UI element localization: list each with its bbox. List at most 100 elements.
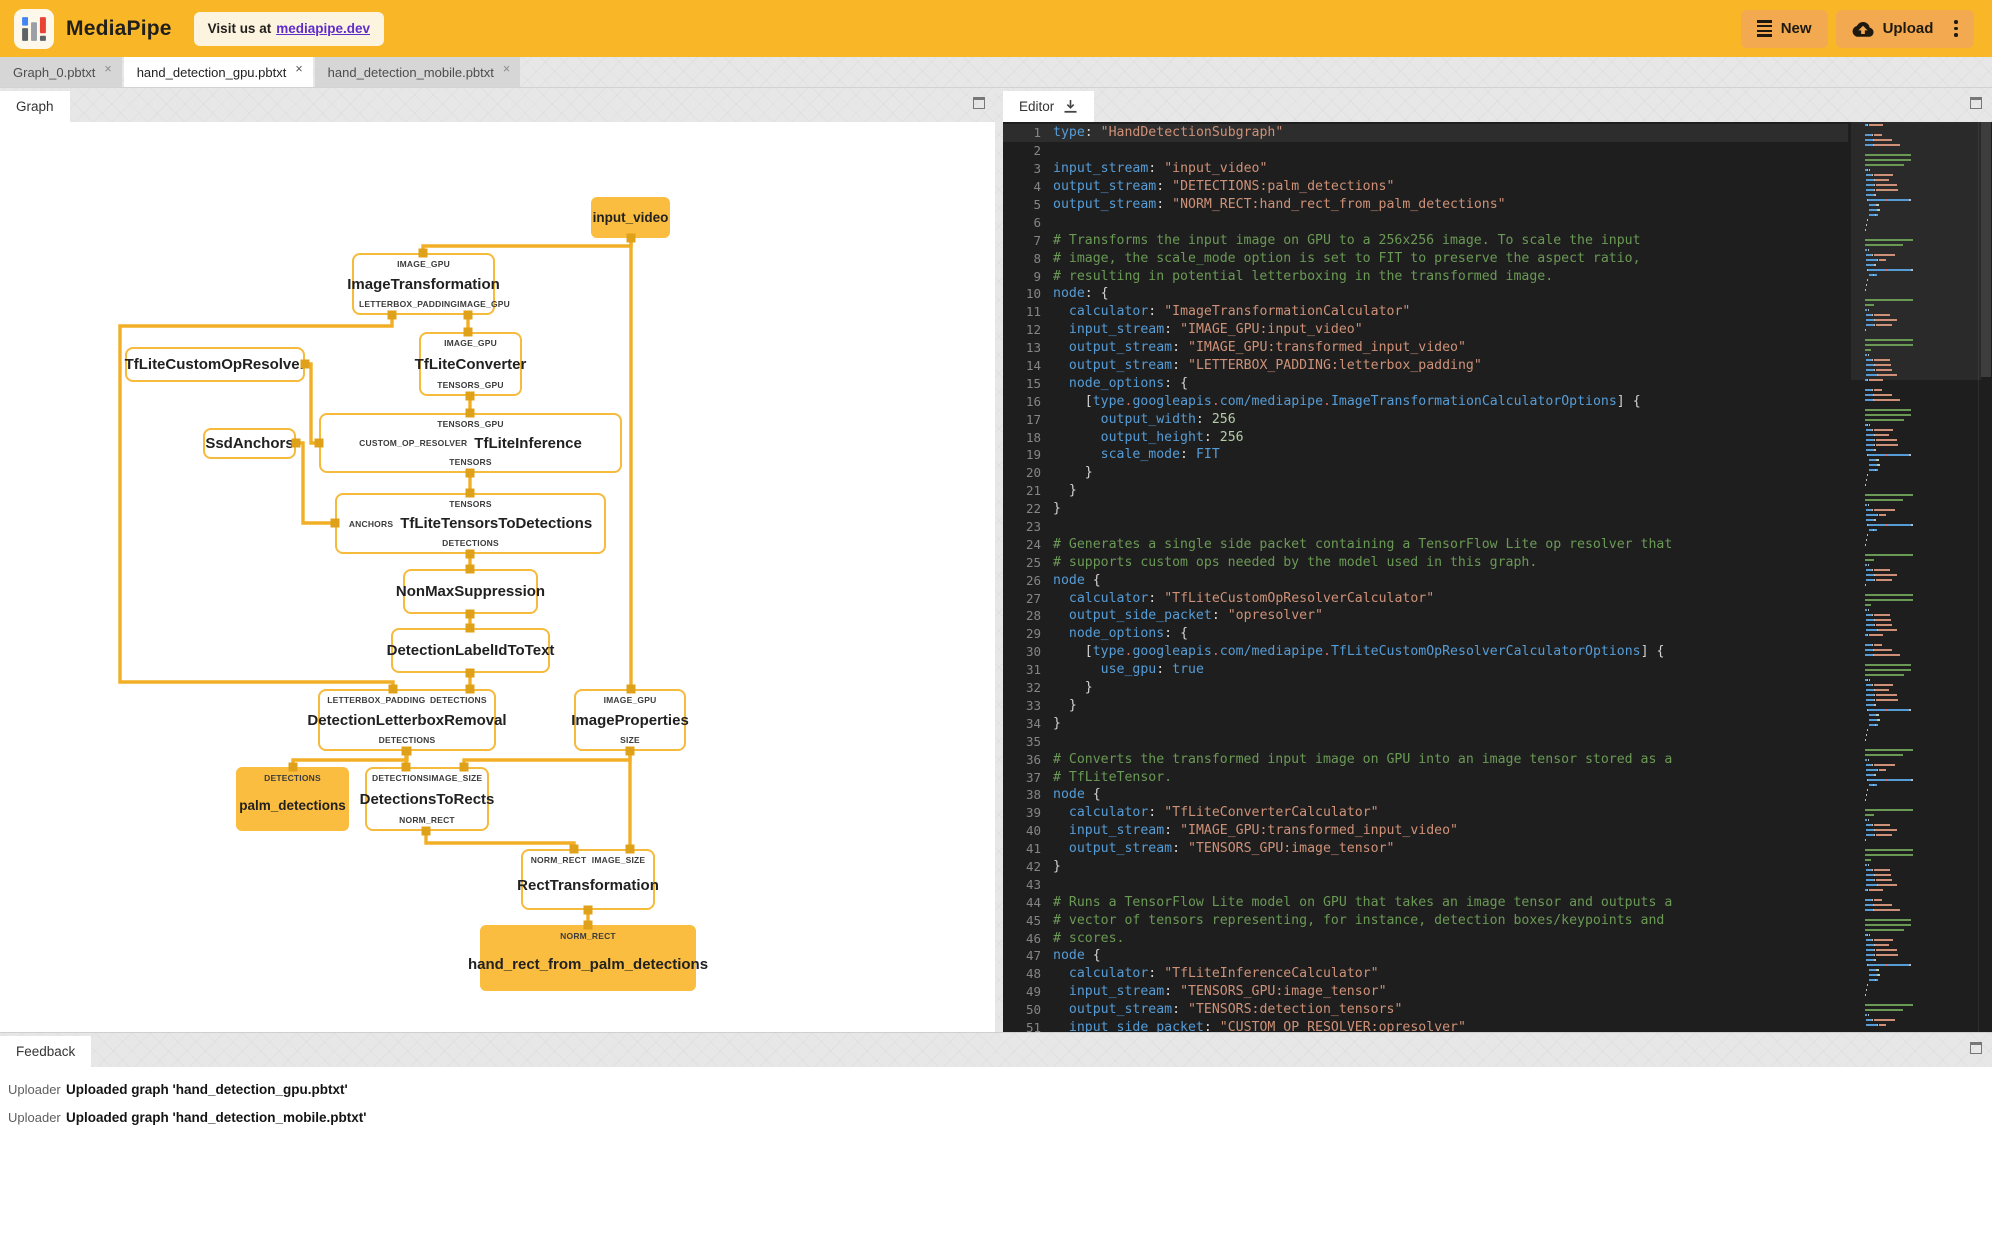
graph-node-SsdAnchors[interactable]: SsdAnchors — [203, 428, 296, 459]
tab-feedback[interactable]: Feedback — [0, 1036, 92, 1067]
code-line: 35 — [1003, 732, 1848, 750]
code-line: 33 } — [1003, 697, 1848, 715]
feedback-panel-strip: Feedback — [0, 1033, 1992, 1067]
graph-node-TfLiteCustomOpResolver[interactable]: TfLiteCustomOpResolver — [125, 347, 305, 382]
code-line: 34} — [1003, 714, 1848, 732]
line-number: 14 — [1025, 358, 1041, 374]
more-options-icon[interactable] — [1950, 20, 1958, 37]
port-label-detections: DETECTIONS — [429, 695, 487, 705]
panel-splitter[interactable] — [995, 88, 1003, 1032]
file-tab-Graph_0.pbtxt[interactable]: Graph_0.pbtxt × — [0, 57, 122, 87]
feedback-expand-icon[interactable] — [1970, 1042, 1982, 1054]
code-line: 19 scale_mode: FIT — [1003, 446, 1848, 464]
code-line: 37 # TfLiteTensor. — [1003, 768, 1848, 786]
download-icon[interactable] — [1063, 99, 1078, 114]
graph-node-TfLiteTensorsToDetections[interactable]: TENSORS ANCHORS TfLiteTensorsToDetections D… — [335, 493, 606, 554]
graph-node-DetectionLabelIdToText[interactable]: DetectionLabelIdToText — [387, 628, 554, 673]
graph-tab-label: Graph — [16, 99, 54, 114]
line-number: 13 — [1025, 340, 1041, 356]
editor-expand-icon[interactable] — [1970, 97, 1982, 109]
graph-node-TfLiteInference[interactable]: TENSORS_GPU CUSTOM_OP_RESOLVER TfLiteInfer… — [319, 413, 622, 473]
line-number: 23 — [1025, 519, 1041, 535]
code-line: 23 — [1003, 518, 1848, 536]
code-line: 46 # scores. — [1003, 929, 1848, 947]
code-line: 17 output_width: 256 — [1003, 410, 1848, 428]
graph-node-ImageProperties[interactable]: IMAGE_GPU ImageProperties SIZE — [571, 689, 689, 751]
code-line: 13 output_stream: "IMAGE_GPU:transformed… — [1003, 339, 1848, 357]
line-number: 27 — [1025, 590, 1041, 606]
scrollbar-thumb[interactable] — [1981, 122, 1991, 377]
code-line: 18 output_height: 256 — [1003, 428, 1848, 446]
close-tab-icon[interactable]: × — [104, 62, 111, 76]
code-lines: 1 type: "HandDetectionSubgraph" 2 3 input_st… — [1003, 124, 1848, 1032]
code-line: 29 node_options: { — [1003, 625, 1848, 643]
editor-minimap[interactable] — [1865, 122, 1955, 1032]
port-label-size: SIZE — [620, 735, 640, 745]
line-number: 36 — [1025, 751, 1041, 767]
editor-tab-label: Editor — [1019, 99, 1055, 114]
code-line: 16 [type.googleapis.com/mediapipe.ImageT… — [1003, 392, 1848, 410]
line-number: 25 — [1025, 554, 1041, 570]
graph-node-input_video[interactable]: input_video — [591, 197, 670, 238]
graph-node-hand_rect_from_palm_detections[interactable]: NORM_RECT hand_rect_from_palm_detections — [468, 925, 708, 991]
graph-node-DetectionLetterboxRemoval[interactable]: LETTERBOX_PADDING DETECTIONS DetectionLett… — [307, 689, 507, 751]
close-tab-icon[interactable]: × — [503, 62, 510, 76]
code-line: 51 input_side_packet: "CUSTOM_OP_RESOLVE… — [1003, 1019, 1848, 1032]
graph-expand-icon[interactable] — [973, 97, 985, 109]
line-number: 51 — [1025, 1019, 1041, 1032]
graph-node-NonMaxSuppression[interactable]: NonMaxSuppression — [396, 569, 545, 614]
close-tab-icon[interactable]: × — [295, 62, 302, 76]
feedback-message: Uploaded graph 'hand_detection_mobile.pb… — [66, 1109, 367, 1125]
code-line: 2 — [1003, 142, 1848, 160]
tab-graph[interactable]: Graph — [0, 91, 70, 122]
upload-button[interactable]: Upload — [1835, 9, 1974, 48]
port-label-image_gpu: IMAGE_GPU — [444, 338, 497, 348]
feedback-tab-label: Feedback — [16, 1044, 76, 1059]
code-line: 48 calculator: "TfLiteInferenceCalculato… — [1003, 965, 1848, 983]
new-button-label: New — [1780, 20, 1812, 37]
code-line: 30 [type.googleapis.com/mediapipe.TfLite… — [1003, 643, 1848, 661]
editor-panel-strip: Editor — [1003, 88, 1992, 122]
code-line: 39 calculator: "TfLiteConverterCalculato… — [1003, 804, 1848, 822]
line-number: 30 — [1025, 644, 1041, 660]
edge-ImageProperties-to-DetectionsToRects — [462, 751, 632, 767]
app-title: MediaPipe — [66, 16, 172, 40]
port-label-letterbox_padding: LETTERBOX_PADDING — [359, 299, 458, 309]
graph-node-DetectionsToRects[interactable]: DETECTIONS IMAGE_SIZE DetectionsToRects NOR… — [360, 767, 494, 831]
file-tab-label: hand_detection_mobile.pbtxt — [327, 64, 494, 80]
mediapipe-dev-link[interactable]: mediapipe.dev — [276, 21, 370, 36]
feedback-source: Uploader — [8, 1081, 61, 1097]
port-label-tensors: TENSORS — [449, 457, 492, 467]
line-number: 38 — [1025, 787, 1041, 803]
port-label-norm_rect: NORM_RECT — [560, 931, 616, 941]
graph-node-RectTransformation[interactable]: NORM_RECT IMAGE_SIZE RectTransformation — [517, 849, 659, 910]
port-label-image_gpu: IMAGE_GPU — [457, 299, 510, 309]
code-line: 22} — [1003, 500, 1848, 518]
graph-node-TfLiteConverter[interactable]: IMAGE_GPU TfLiteConverter TENSORS_GPU — [415, 332, 526, 396]
port-label-anchors: ANCHORS — [348, 518, 394, 529]
file-tab-hand_detection_gpu.pbtxt[interactable]: hand_detection_gpu.pbtxt × — [123, 57, 313, 87]
line-number: 21 — [1025, 483, 1041, 499]
code-line: 40 input_stream: "IMAGE_GPU:transformed_… — [1003, 822, 1848, 840]
line-number: 19 — [1025, 447, 1041, 463]
graph-node-ImageTransformation[interactable]: IMAGE_GPU ImageTransformation LETTERBOX_PA… — [347, 253, 510, 315]
node-title: RectTransformation — [517, 877, 659, 894]
graph-node-palm_detections[interactable]: DETECTIONS palm_detections — [236, 767, 349, 831]
editor-scrollbar[interactable] — [1978, 122, 1992, 1032]
code-line: 21 } — [1003, 482, 1848, 500]
tab-editor[interactable]: Editor — [1003, 91, 1095, 122]
feedback-row: Uploader Uploaded graph 'hand_detection_m… — [0, 1103, 1992, 1131]
file-tab-label: Graph_0.pbtxt — [13, 64, 96, 80]
code-line: 42} — [1003, 858, 1848, 876]
node-title: DetectionLetterboxRemoval — [307, 711, 507, 729]
code-editor[interactable]: 1 type: "HandDetectionSubgraph" 2 3 input_st… — [1003, 122, 1992, 1032]
line-number: 50 — [1025, 1002, 1041, 1018]
line-number: 48 — [1025, 966, 1041, 982]
new-button[interactable]: New — [1740, 9, 1828, 48]
code-line: 11 calculator: "ImageTransformationCalcu… — [1003, 303, 1848, 321]
code-line: 47 node { — [1003, 947, 1848, 965]
code-line: 5 output_stream: "NORM_RECT:hand_rect_fro… — [1003, 196, 1848, 214]
graph-canvas[interactable]: input_video IMAGE_GPU ImageTransformation L… — [0, 122, 995, 1032]
file-tab-hand_detection_mobile.pbtxt[interactable]: hand_detection_mobile.pbtxt × — [314, 57, 521, 87]
node-title: SsdAnchors — [205, 435, 294, 452]
